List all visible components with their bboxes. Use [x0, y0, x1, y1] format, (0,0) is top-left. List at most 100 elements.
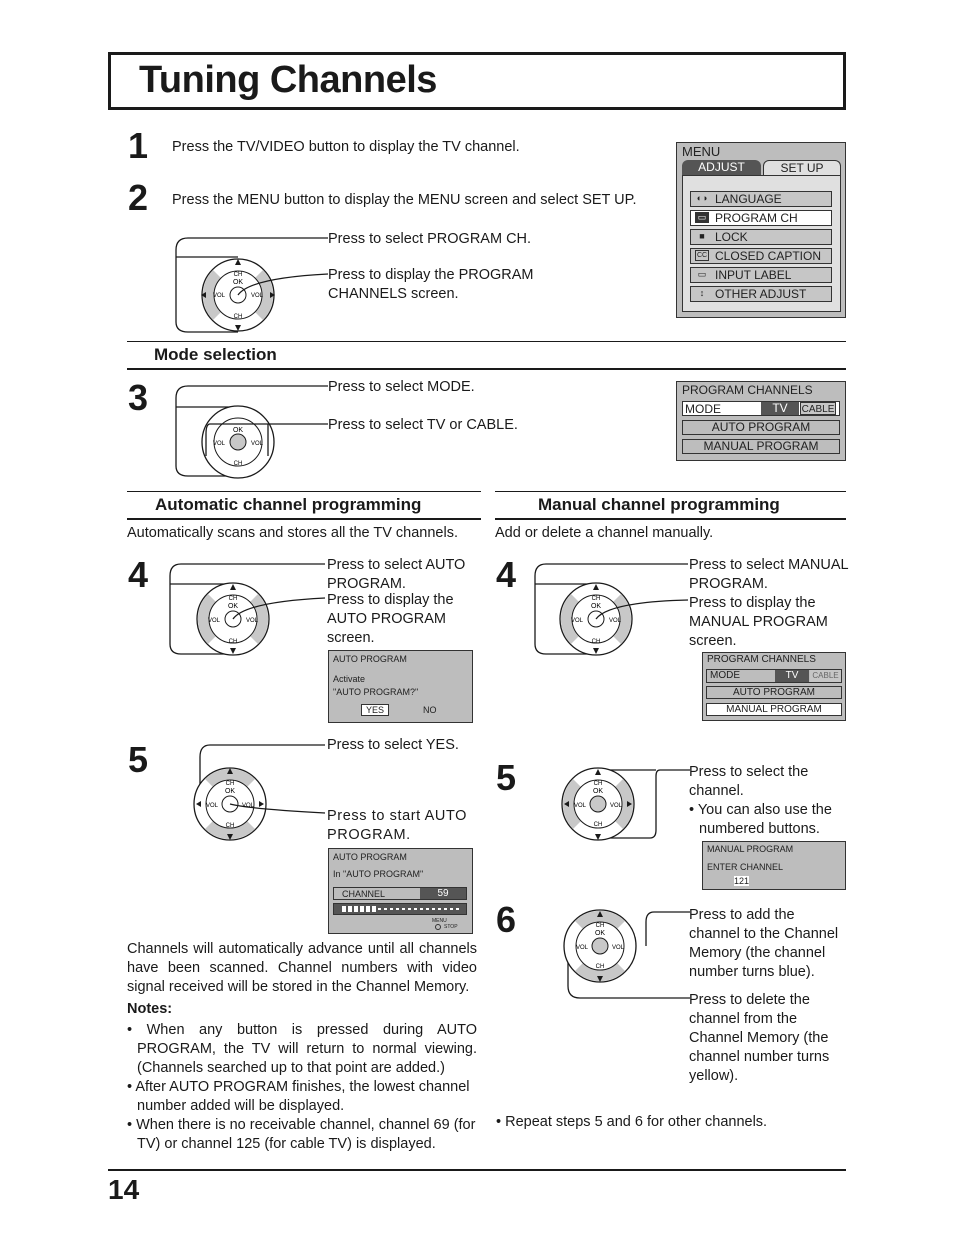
step-number-1: 1: [128, 125, 149, 166]
stop-label: STOP: [444, 924, 458, 930]
svg-text:CH: CH: [596, 923, 605, 929]
other-adjust-icon: ↕: [699, 288, 705, 298]
lock-icon: ■: [699, 231, 705, 241]
auto-program-row[interactable]: AUTO PROGRAM: [706, 686, 842, 699]
divider: [127, 518, 481, 520]
manual-program-row[interactable]: MANUAL PROGRAM: [682, 439, 840, 454]
osd-prompt: ENTER CHANNEL: [707, 862, 784, 872]
menu-osd-screen: MENU ADJUST SET UP ◐◑ LANGUAGE ▭ PROGRAM C…: [676, 142, 846, 318]
step-2-text: Press the MENU button to display the MEN…: [172, 192, 637, 208]
callout-select-auto-program: Press to select AUTO PROGRAM.: [327, 557, 466, 592]
osd-title: AUTO PROGRAM: [333, 852, 407, 862]
remote-dial-manual-step4: CH OK VOL VOL CH: [534, 563, 689, 656]
mode-row[interactable]: MODE TV CABLE: [682, 401, 840, 416]
progress-segment-empty: [420, 908, 423, 910]
tab-set-up[interactable]: SET UP: [763, 160, 841, 175]
svg-text:VOL: VOL: [609, 618, 622, 624]
menu-item-language[interactable]: ◐◑ LANGUAGE: [690, 191, 832, 207]
auto-step-number-5: 5: [128, 739, 149, 780]
progress-segment-filled: [342, 906, 346, 912]
dial-ch-label: CH: [234, 314, 243, 320]
channel-row: CHANNEL 59: [333, 887, 467, 900]
svg-text:CH: CH: [226, 823, 235, 829]
svg-text:CH: CH: [594, 822, 603, 828]
svg-text:VOL: VOL: [242, 803, 255, 809]
svg-text:CH: CH: [596, 964, 605, 970]
menu-osd-title: MENU: [682, 144, 721, 159]
svg-text:CH: CH: [592, 639, 601, 645]
remote-dial-auto-step5: CH OK VOL VOL CH: [193, 744, 326, 841]
footer-divider: [108, 1169, 846, 1171]
menu-item-input-label[interactable]: ▭ INPUT LABEL: [690, 267, 832, 283]
menu-button-icon: [435, 924, 441, 930]
callout-select-tv-cable: Press to select TV or CABLE.: [328, 417, 518, 433]
callout-select-program-ch: Press to select PROGRAM CH.: [328, 231, 532, 247]
menu-item-closed-caption[interactable]: CC CLOSED CAPTION: [690, 248, 832, 264]
svg-text:CH: CH: [592, 596, 601, 602]
auto-step-number-4: 4: [128, 554, 149, 595]
callout-add-channel: Press to add the channel to the Channel …: [689, 907, 839, 980]
mode-option-tv[interactable]: TV: [761, 402, 799, 415]
mode-option-cable[interactable]: CABLE: [810, 670, 841, 682]
page-number: 14: [108, 1174, 140, 1205]
svg-text:VOL: VOL: [571, 618, 584, 624]
osd-text: "AUTO PROGRAM?": [333, 687, 419, 697]
note-item: • When there is no receivable channel, c…: [127, 1117, 476, 1152]
manual-step-number-6: 6: [496, 899, 517, 940]
tab-adjust[interactable]: ADJUST: [682, 160, 761, 175]
svg-text:VOL: VOL: [574, 803, 587, 809]
channel-label: CHANNEL: [342, 889, 386, 899]
callout-start-auto-program: Press to start AUTO PROGRAM.: [327, 808, 468, 843]
remote-dial-step2: CH OK VOL VOL CH: [175, 237, 329, 333]
svg-text:VOL: VOL: [246, 618, 259, 624]
callout-display-auto-program: Press to display the AUTO PROGRAM screen…: [327, 592, 454, 646]
osd-title: PROGRAM CHANNELS: [707, 654, 816, 665]
callout-select-yes: Press to select YES.: [327, 737, 459, 753]
progress-segment-empty: [450, 908, 453, 910]
svg-text:CH: CH: [229, 639, 238, 645]
manual-program-row[interactable]: MANUAL PROGRAM: [706, 703, 842, 716]
channel-entry-field[interactable]: 121: [734, 876, 749, 886]
divider: [495, 491, 846, 492]
svg-text:OK: OK: [595, 930, 605, 937]
auto-program-row[interactable]: AUTO PROGRAM: [682, 420, 840, 435]
mode-label: MODE: [685, 402, 721, 416]
menu-item-lock[interactable]: ■ LOCK: [690, 229, 832, 245]
callout-delete-channel: Press to delete the channel from the Cha…: [689, 992, 830, 1084]
input-label-icon: ▭: [697, 269, 707, 279]
section-heading-mode-selection: Mode selection: [154, 345, 277, 364]
callout-select-manual-program: Press to select MANUAL PROGRAM.: [689, 557, 849, 592]
manual-step-number-4: 4: [496, 554, 517, 595]
svg-text:OK: OK: [593, 788, 603, 795]
svg-text:CH: CH: [234, 461, 243, 467]
program-ch-icon: ▭: [695, 212, 709, 223]
mode-label: MODE: [710, 670, 740, 681]
no-option[interactable]: NO: [423, 705, 437, 715]
menu-item-program-ch[interactable]: ▭ PROGRAM CH: [690, 210, 832, 226]
manual-program-osd: MANUAL PROGRAM ENTER CHANNEL 121: [702, 841, 846, 890]
osd-title: AUTO PROGRAM: [333, 654, 407, 664]
osd-text: Activate: [333, 674, 366, 684]
closed-caption-icon: CC: [695, 250, 709, 261]
svg-text:OK: OK: [228, 603, 238, 610]
progress-segment-empty: [438, 908, 441, 910]
section-heading-automatic: Automatic channel programming: [155, 495, 422, 514]
mode-option-tv[interactable]: TV: [775, 670, 809, 682]
mode-row[interactable]: MODE TV CABLE: [706, 669, 842, 683]
progress-segment-empty: [426, 908, 429, 910]
progress-segment-filled: [366, 906, 370, 912]
menu-item-other-adjust[interactable]: ↕ OTHER ADJUST: [690, 286, 832, 302]
svg-text:OK: OK: [591, 603, 601, 610]
progress-segment-empty: [402, 908, 405, 910]
page-title-box: Tuning Channels: [108, 52, 846, 110]
svg-text:CH: CH: [226, 781, 235, 787]
step-number-2: 2: [128, 177, 149, 218]
page-title: Tuning Channels: [139, 59, 437, 101]
note-item: • After AUTO PROGRAM finishes, the lowes…: [127, 1079, 470, 1114]
dial-ok-label: OK: [233, 279, 243, 286]
mode-option-cable[interactable]: CABLE: [800, 402, 836, 415]
yes-option[interactable]: YES: [361, 704, 389, 716]
callout-numbered-buttons: • You can also use the numbered buttons.: [689, 802, 832, 837]
remote-dial-manual-step6: CH OK VOL VOL CH: [563, 909, 690, 999]
divider: [127, 341, 846, 342]
